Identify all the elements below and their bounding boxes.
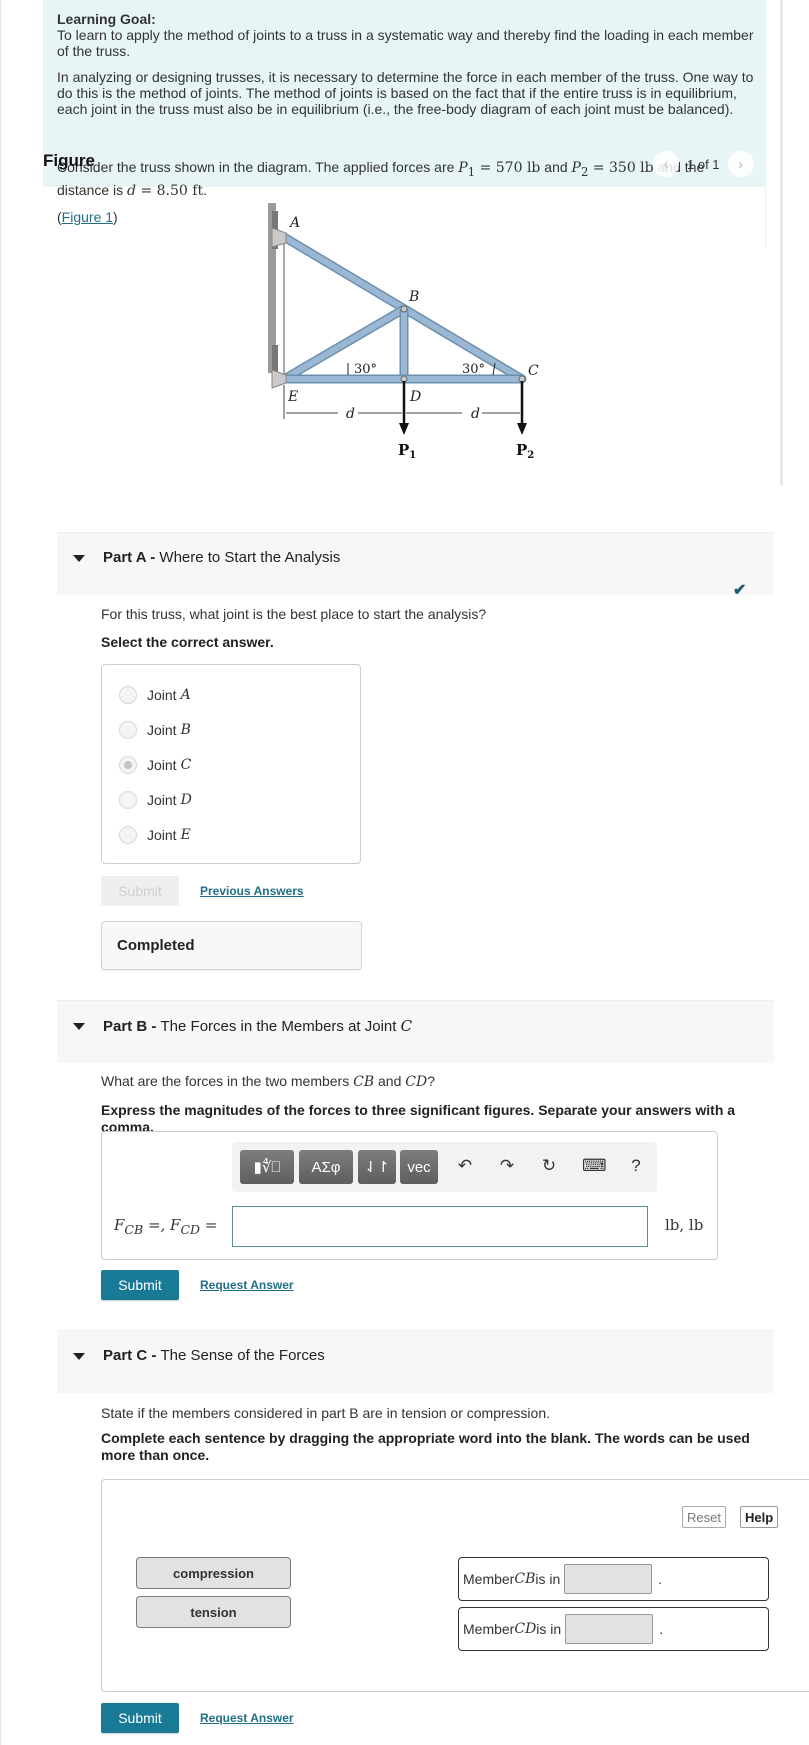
undo-icon[interactable]: ↶ [454, 1156, 476, 1176]
member-eb-fill [282, 306, 406, 382]
part-b-header[interactable]: Part B - The Forces in the Members at Jo… [57, 1000, 774, 1063]
drop-target-cd[interactable] [565, 1614, 654, 1644]
draggable-word-compression[interactable]: compression [136, 1557, 291, 1589]
radio-button[interactable] [119, 686, 137, 704]
help-icon[interactable]: ? [625, 1156, 647, 1176]
part-b-question: What are the forces in the two members C… [101, 1073, 435, 1090]
angle-label-left: 30° [354, 362, 377, 377]
part-a-header[interactable]: Part A - Where to Start the Analysis [57, 532, 774, 595]
part-c-request-answer-link[interactable]: Request Answer [200, 1711, 294, 1725]
radio-button[interactable] [119, 791, 137, 809]
part-b-submit-button[interactable]: Submit [101, 1270, 179, 1300]
answer-entry-box: ▮∜⎕ ΑΣφ ⇃↾ vec ↶ ↷ ↻ ⌨ ? FCB =, FCD = lb… [101, 1131, 718, 1260]
math-toolbar: ▮∜⎕ ΑΣφ ⇃↾ vec ↶ ↷ ↻ ⌨ ? [232, 1142, 657, 1192]
radio-button[interactable] [119, 721, 137, 739]
figure-link-wrapper: (Figure 1) [57, 209, 118, 225]
part-c-title: Part C - The Sense of the Forces [103, 1347, 325, 1364]
part-c-submit-button[interactable]: Submit [101, 1703, 179, 1733]
completed-banner: Completed [101, 921, 362, 970]
joint-label-b: B [408, 289, 419, 305]
chevron-right-icon[interactable]: › [727, 151, 754, 177]
draggable-word-tension[interactable]: tension [136, 1596, 291, 1628]
dimension-lines [283, 385, 520, 419]
part-c-header[interactable]: Part C - The Sense of the Forces [57, 1330, 774, 1393]
vector-button[interactable]: vec [400, 1150, 438, 1184]
radio-button-selected[interactable] [119, 756, 137, 774]
figure-page-count: 1 of 1 [687, 156, 720, 172]
part-c-question: State if the members considered in part … [101, 1405, 550, 1421]
redo-icon[interactable]: ↷ [496, 1156, 518, 1176]
sentence-member-cd: Member CD is in . [458, 1607, 769, 1651]
reset-button[interactable]: Reset [682, 1506, 726, 1528]
answer-field-label: FCB =, FCD = [114, 1216, 218, 1237]
scrollbar[interactable] [780, 0, 783, 485]
checkmark-icon: ✔ [733, 582, 747, 599]
problem-statement: Consider the truss shown in the diagram.… [57, 159, 705, 199]
load-label-p2: P2 [516, 441, 534, 458]
collapse-triangle-icon[interactable] [73, 555, 85, 562]
option-joint-b[interactable]: Joint B [119, 721, 191, 739]
joint-label-e: E [287, 389, 298, 405]
part-b-title: Part B - The Forces in the Members at Jo… [103, 1017, 413, 1035]
intro-paragraph: In analyzing or designing trusses, it is… [57, 69, 754, 117]
drop-target-cb[interactable] [564, 1564, 653, 1594]
learning-goal-text: Learning Goal: To learn to apply the met… [57, 11, 757, 127]
part-a-submit-button: Submit [101, 876, 179, 906]
load-p2-arrowhead [517, 423, 527, 435]
answer-units: lb, lb [665, 1216, 704, 1234]
angle-label-right: 30° [462, 362, 485, 377]
greek-symbols-button[interactable]: ΑΣφ [299, 1150, 353, 1184]
load-p1-arrowhead [399, 423, 409, 435]
subscript-superscript-button[interactable]: ⇃↾ [358, 1150, 396, 1184]
answer-options: Joint A Joint B Joint C Joint D Joint E [101, 664, 361, 864]
load-label-p1: P1 [398, 441, 416, 458]
reset-icon[interactable]: ↻ [538, 1156, 560, 1176]
page-left-border [0, 0, 1, 1745]
dim-label-right: d [471, 406, 480, 422]
keyboard-icon[interactable]: ⌨ [582, 1156, 607, 1176]
part-a-instruction: Select the correct answer. [101, 634, 274, 650]
figure-pager: ‹ 1 of 1 › [653, 151, 754, 177]
collapse-triangle-icon[interactable] [73, 1353, 85, 1360]
part-c-instruction: Complete each sentence by dragging the a… [101, 1430, 750, 1463]
option-joint-a[interactable]: Joint A [119, 686, 191, 704]
part-b-request-answer-link[interactable]: Request Answer [200, 1278, 294, 1292]
dim-label-left: d [346, 406, 355, 422]
previous-answers-link[interactable]: Previous Answers [200, 884, 304, 898]
part-a-question: For this truss, what joint is the best p… [101, 606, 487, 622]
joint-label-d: D [409, 389, 421, 405]
option-joint-d[interactable]: Joint D [119, 791, 192, 809]
chevron-left-icon[interactable]: ‹ [653, 151, 679, 177]
learning-goal-title: Learning Goal: [57, 11, 156, 27]
option-joint-e[interactable]: Joint E [119, 826, 191, 844]
sentence-member-cb: Member CB is in . [458, 1557, 769, 1601]
answer-input[interactable] [232, 1206, 648, 1247]
joint-label-a: A [288, 215, 300, 231]
figure-heading: Figure [43, 151, 95, 170]
learning-goal-body: To learn to apply the method of joints t… [57, 27, 754, 59]
joint-b-pin [400, 305, 408, 313]
part-a-title: Part A - Where to Start the Analysis [103, 549, 341, 566]
joint-label-c: C [528, 363, 539, 379]
collapse-triangle-icon[interactable] [73, 1023, 85, 1030]
drag-and-drop-area: Reset Help compression tension Member CB… [101, 1479, 809, 1692]
truss-diagram: A B C D E d d 30° 30° P1 P2 [268, 203, 539, 458]
templates-button[interactable]: ▮∜⎕ [240, 1150, 294, 1184]
help-button[interactable]: Help [740, 1506, 779, 1528]
option-joint-c[interactable]: Joint C [119, 756, 191, 774]
figure-1-link[interactable]: Figure 1 [62, 209, 113, 225]
figure-panel-border [765, 187, 766, 247]
radio-button[interactable] [119, 826, 137, 844]
